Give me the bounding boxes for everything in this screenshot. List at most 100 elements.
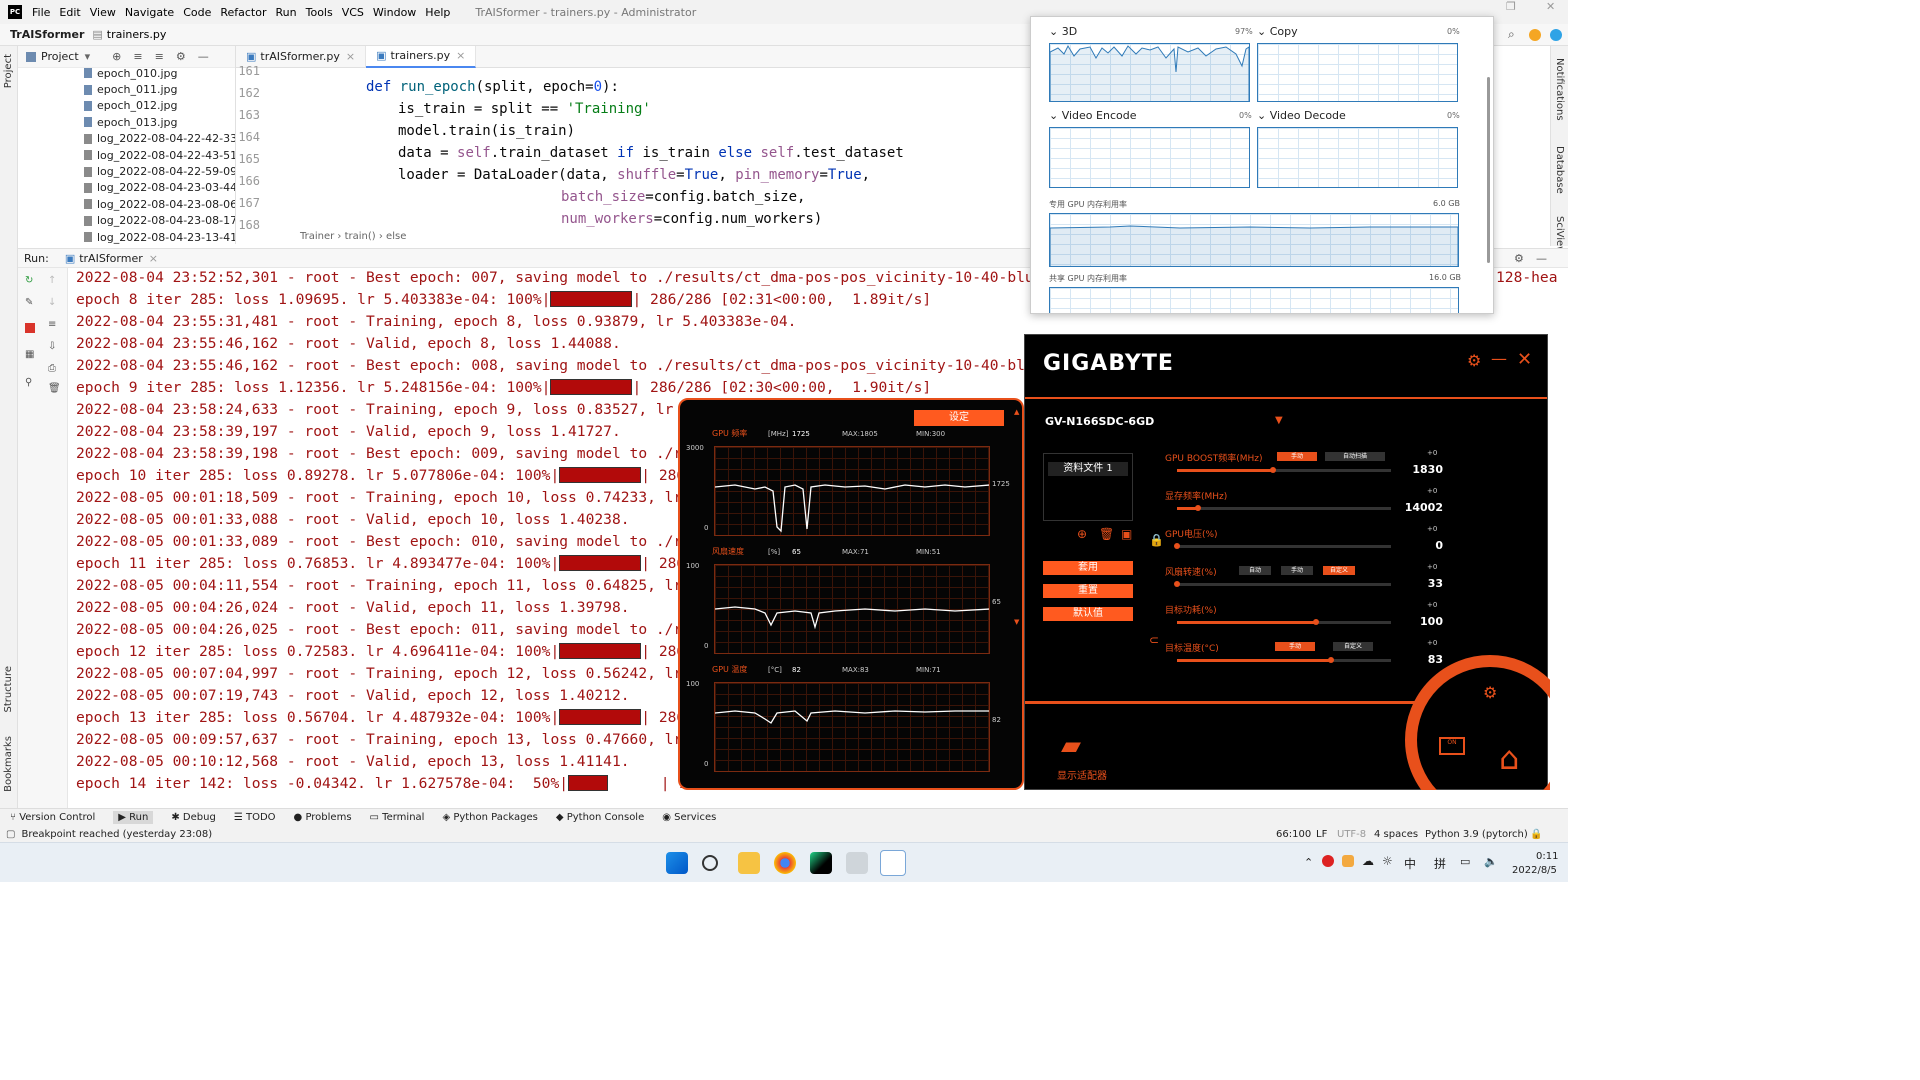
notifications-tool-tab[interactable]: Notifications	[1554, 58, 1565, 121]
tab-version-control[interactable]: ⑂ Version Control	[10, 812, 95, 823]
nav-project[interactable]: TrAISformer	[10, 28, 84, 41]
file-encoding[interactable]: UTF-8	[1337, 829, 1366, 840]
gear-icon[interactable]: ⚙	[1467, 351, 1481, 370]
locate-icon[interactable]: ⊕	[112, 50, 121, 63]
chevron-down-icon[interactable]: ▼	[1275, 415, 1283, 426]
minimize-panel-icon[interactable]: —	[198, 50, 209, 63]
expand-all-icon[interactable]: ≡	[133, 50, 142, 63]
mode-button[interactable]: 自定义	[1333, 642, 1373, 651]
code-line-165[interactable]: data = self.train_dataset if is_train el…	[398, 145, 904, 161]
pycharm-taskbar-icon[interactable]	[810, 852, 832, 874]
log-file-item[interactable]: log_2022-08-04-22-59-09_As	[18, 163, 235, 179]
search-icon[interactable]	[702, 855, 718, 871]
slider-value[interactable]: 83	[1403, 653, 1443, 666]
tab-debug[interactable]: ✱ Debug	[171, 812, 215, 823]
menu-vcs[interactable]: VCS	[342, 6, 364, 19]
down-arrow-icon[interactable]: ↓	[48, 298, 58, 308]
slider-track[interactable]	[1174, 581, 1391, 587]
task-manager-taskbar-icon[interactable]	[880, 850, 906, 876]
slider-value[interactable]: 14002	[1403, 501, 1443, 514]
log-file-item[interactable]: log_2022-08-04-23-13-41_As	[18, 229, 235, 244]
up-arrow-icon[interactable]: ↑	[48, 276, 58, 286]
code-line-163[interactable]: is_train = split == 'Training'	[398, 101, 651, 117]
tray-chevron-icon[interactable]: ⌃	[1304, 856, 1313, 869]
menu-code[interactable]: Code	[183, 6, 211, 19]
mode-button[interactable]: 手动	[1277, 452, 1317, 461]
search-icon[interactable]: ⌕	[1508, 27, 1515, 42]
cloud-icon[interactable]: ☁	[1362, 854, 1374, 868]
menu-tools[interactable]: Tools	[306, 6, 333, 19]
clock-date[interactable]: 2022/8/5	[1512, 865, 1557, 876]
slider-track[interactable]	[1177, 619, 1391, 625]
log-file-item[interactable]: log_2022-08-04-23-08-06_As	[18, 196, 235, 212]
monitor-icon[interactable]: ▭	[1460, 855, 1470, 868]
mode-button[interactable]: 自定义	[1323, 566, 1355, 575]
slider-knob[interactable]	[1174, 581, 1180, 587]
slider-track[interactable]	[1174, 543, 1391, 549]
home-icon[interactable]: ⌂	[1499, 739, 1519, 777]
rerun-icon[interactable]: ↻	[25, 276, 35, 286]
tab-services[interactable]: ◉ Services	[662, 812, 716, 823]
monitor-on-icon[interactable]: ON	[1439, 737, 1465, 755]
gear-icon[interactable]: ⚙	[176, 50, 186, 63]
database-tool-tab[interactable]: Database	[1554, 146, 1565, 194]
menu-refactor[interactable]: Refactor	[220, 6, 266, 19]
add-profile-icon[interactable]: ⊕	[1077, 527, 1087, 541]
project-tool-tab[interactable]: Project	[3, 54, 14, 88]
restore-icon[interactable]: ❐	[1506, 0, 1516, 13]
wrench-icon[interactable]: ✎	[25, 298, 35, 308]
cursor-position[interactable]: 66:100	[1276, 829, 1311, 840]
brightness-icon[interactable]: ☼	[1382, 854, 1393, 868]
run-config-tab[interactable]: trAISformer	[79, 252, 143, 265]
code-line-167[interactable]: batch_size=config.batch_size,	[561, 189, 805, 205]
soft-wrap-icon[interactable]: ≡	[48, 320, 58, 330]
slider-knob[interactable]	[1328, 657, 1335, 663]
start-icon[interactable]	[666, 852, 688, 874]
minimize-panel-icon[interactable]: —	[1536, 252, 1547, 265]
python-interpreter[interactable]: Python 3.9 (pytorch)	[1425, 829, 1528, 840]
gear-icon[interactable]: ⚙	[1514, 252, 1524, 265]
slider-value[interactable]: 0	[1403, 539, 1443, 552]
line-separator[interactable]: LF	[1316, 829, 1327, 840]
close-tab-icon[interactable]: ×	[346, 50, 355, 63]
pin-icon[interactable]: ⚲	[25, 378, 35, 388]
close-icon[interactable]: ✕	[1517, 349, 1532, 370]
scroll-up-icon[interactable]: ▲	[1014, 408, 1019, 416]
slider-knob[interactable]	[1174, 543, 1180, 549]
code-line-166[interactable]: loader = DataLoader(data, shuffle=True, …	[398, 167, 870, 183]
close-tab-icon[interactable]: ×	[149, 252, 158, 265]
link-icon[interactable]: ⊂	[1149, 633, 1159, 647]
menu-navigate[interactable]: Navigate	[125, 6, 174, 19]
print-icon[interactable]: ⎙	[48, 364, 58, 374]
image-file-item[interactable]: epoch_011.jpg	[18, 81, 235, 97]
settings-button[interactable]: 设定	[914, 410, 1004, 426]
code-line-162[interactable]: def run_epoch(split, epoch=0):	[366, 79, 619, 95]
menu-file[interactable]: File	[32, 6, 50, 19]
menu-view[interactable]: View	[90, 6, 116, 19]
mode-button[interactable]: 自动	[1239, 566, 1271, 575]
slider-value[interactable]: 33	[1403, 577, 1443, 590]
profile-item[interactable]: 资料文件 1	[1048, 462, 1128, 476]
file-explorer-icon[interactable]	[738, 852, 760, 874]
image-file-item[interactable]: epoch_012.jpg	[18, 98, 235, 114]
graphics-card-icon[interactable]: ▰	[1061, 731, 1081, 761]
slider-value[interactable]: 100	[1403, 615, 1443, 628]
tab-terminal[interactable]: ▭ Terminal	[370, 812, 425, 823]
slider-track[interactable]	[1177, 505, 1391, 511]
log-file-item[interactable]: log_2022-08-04-23-03-44_As	[18, 180, 235, 196]
scroll-to-end-icon[interactable]: ⇩	[48, 342, 58, 352]
chrome-icon[interactable]	[774, 852, 796, 874]
close-tab-icon[interactable]: ×	[456, 49, 465, 62]
tray-app-icon[interactable]	[1322, 855, 1334, 867]
close-icon[interactable]: ✕	[1546, 0, 1555, 13]
bookmarks-tool-tab[interactable]: Bookmarks	[3, 736, 14, 792]
log-file-item[interactable]: log_2022-08-04-23-08-17_As	[18, 213, 235, 229]
reset-button[interactable]: 重置	[1043, 584, 1133, 598]
gpu-model-select[interactable]: GV-N166SDC-6GD	[1045, 415, 1154, 428]
delete-profile-icon[interactable]: 🗑	[1099, 527, 1114, 541]
tab-python-console[interactable]: ◆ Python Console	[556, 812, 644, 823]
code-line-168[interactable]: num_workers=config.num_workers)	[561, 211, 822, 227]
save-profile-icon[interactable]: ▣	[1121, 527, 1132, 541]
menu-edit[interactable]: Edit	[59, 6, 80, 19]
slider-value[interactable]: 1830	[1403, 463, 1443, 476]
